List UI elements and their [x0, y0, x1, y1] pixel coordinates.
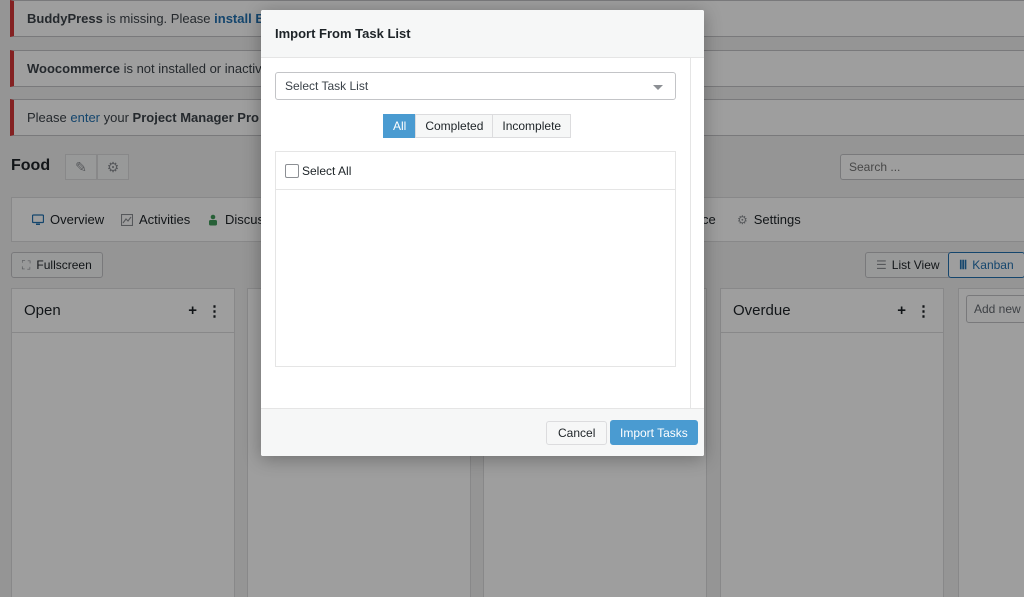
select-all-label[interactable]: Select All	[302, 164, 351, 178]
task-list-select[interactable]: Select Task List	[275, 72, 676, 100]
cancel-button[interactable]: Cancel	[546, 421, 608, 445]
modal-scrollbar[interactable]	[690, 58, 704, 408]
modal-footer: Cancel Import Tasks	[261, 408, 704, 456]
import-tasks-button[interactable]: Import Tasks	[610, 420, 698, 445]
select-all-checkbox[interactable]	[285, 163, 299, 178]
select-placeholder: Select Task List	[285, 79, 369, 93]
select-all-row: Select All	[276, 152, 675, 190]
task-filter-group: All Completed Incomplete	[383, 114, 572, 138]
filter-incomplete-button[interactable]: Incomplete	[492, 114, 572, 138]
chevron-down-icon	[653, 85, 663, 90]
modal-title: Import From Task List	[261, 10, 704, 58]
import-task-list-modal: Import From Task List Select Task List A…	[261, 10, 704, 456]
task-list-box: Select All	[275, 151, 676, 367]
modal-body: Select Task List All Completed Incomplet…	[261, 58, 690, 408]
filter-all-button[interactable]: All	[383, 114, 417, 138]
filter-completed-button[interactable]: Completed	[415, 114, 494, 138]
